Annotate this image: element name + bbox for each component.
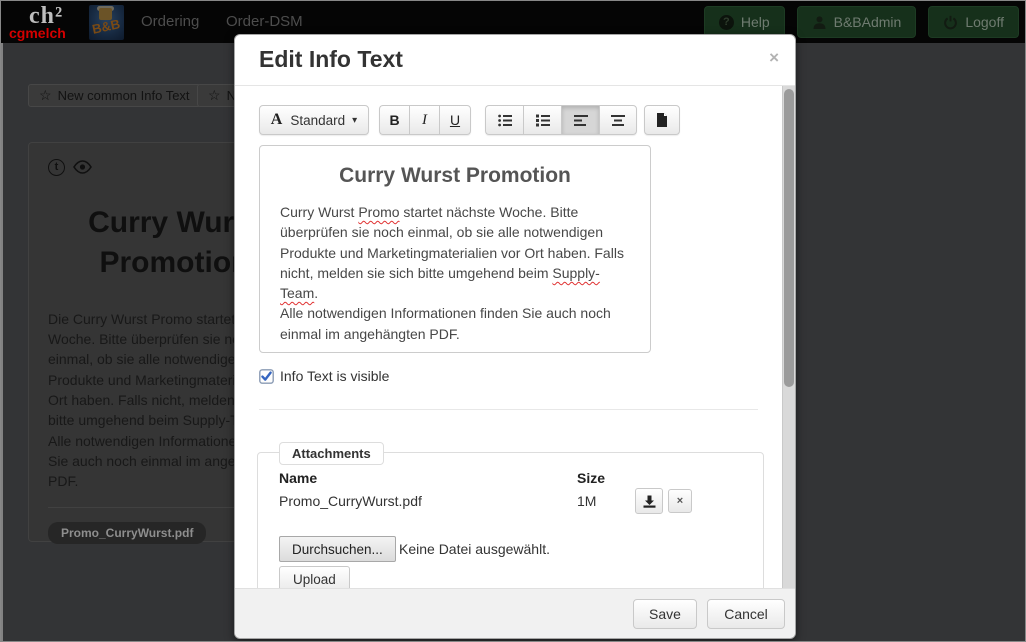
editor-heading: Curry Wurst Promotion [280, 164, 630, 188]
file-input-status: Keine Datei ausgewählt. [399, 541, 550, 557]
align-center-button[interactable] [599, 105, 637, 135]
toolbar-text-style-group: B I U [379, 105, 471, 135]
modal-close-icon[interactable]: × [769, 49, 779, 66]
download-icon [643, 495, 656, 508]
info-text-visible-label: Info Text is visible [280, 368, 389, 384]
toolbar-paste-group [644, 105, 680, 135]
section-divider [259, 409, 758, 410]
visibility-row: Info Text is visible [259, 367, 389, 385]
attachments-column-name: Name [279, 470, 317, 486]
modal-scrollbar-thumb[interactable] [784, 89, 794, 387]
font-style-dropdown[interactable]: A Standard ▾ [259, 105, 369, 135]
modal-scrollbar-track[interactable] [782, 86, 795, 590]
align-left-icon [574, 114, 588, 127]
font-icon: A [271, 111, 283, 129]
save-button[interactable]: Save [633, 599, 697, 629]
align-left-button[interactable] [561, 105, 599, 135]
italic-icon: I [422, 112, 427, 129]
align-center-icon [611, 114, 625, 127]
attachment-row-size: 1M [577, 493, 596, 509]
editor-paragraphs: Curry Wurst Promo startet nächste Woche.… [280, 202, 630, 344]
file-browse-button[interactable]: Durchsuchen... [279, 536, 396, 562]
modal-body: A Standard ▾ B I U [235, 86, 795, 590]
document-icon [656, 113, 668, 127]
paste-document-button[interactable] [644, 105, 680, 135]
download-attachment-button[interactable] [635, 488, 663, 514]
edit-info-text-modal: Edit Info Text × A Standard ▾ B I U [234, 34, 796, 639]
misspelled-word: Promo [358, 204, 399, 220]
toolbar-font-group: A Standard ▾ [259, 105, 369, 135]
modal-title: Edit Info Text [259, 46, 403, 73]
chevron-down-icon: ▾ [352, 115, 357, 126]
remove-attachment-button[interactable]: × [668, 489, 692, 513]
upload-button[interactable]: Upload [279, 566, 350, 590]
bold-button[interactable]: B [379, 105, 409, 135]
modal-header: Edit Info Text × [235, 35, 795, 86]
unordered-list-button[interactable] [485, 105, 523, 135]
rich-text-editor[interactable]: Curry Wurst Promotion Curry Wurst Promo … [259, 145, 651, 353]
attachment-row-name: Promo_CurryWurst.pdf [279, 493, 422, 509]
cancel-button[interactable]: Cancel [707, 599, 785, 629]
underline-button[interactable]: U [439, 105, 471, 135]
toolbar-list-align-group [485, 105, 637, 135]
app-window: ch² cgmelch B&B Ordering Order-DSM ? Hel… [0, 0, 1026, 642]
list-ul-icon [498, 114, 512, 127]
modal-footer: Save Cancel [235, 588, 795, 638]
info-text-visible-checkbox[interactable] [259, 369, 274, 384]
attachments-column-size: Size [577, 470, 605, 486]
attachments-legend: Attachments [279, 442, 384, 465]
ordered-list-button[interactable] [523, 105, 561, 135]
bold-icon: B [389, 112, 399, 128]
italic-button[interactable]: I [409, 105, 439, 135]
font-style-label: Standard [290, 113, 345, 128]
underline-icon: U [450, 112, 460, 128]
remove-x-icon: × [677, 495, 683, 507]
list-ol-icon [536, 114, 550, 127]
